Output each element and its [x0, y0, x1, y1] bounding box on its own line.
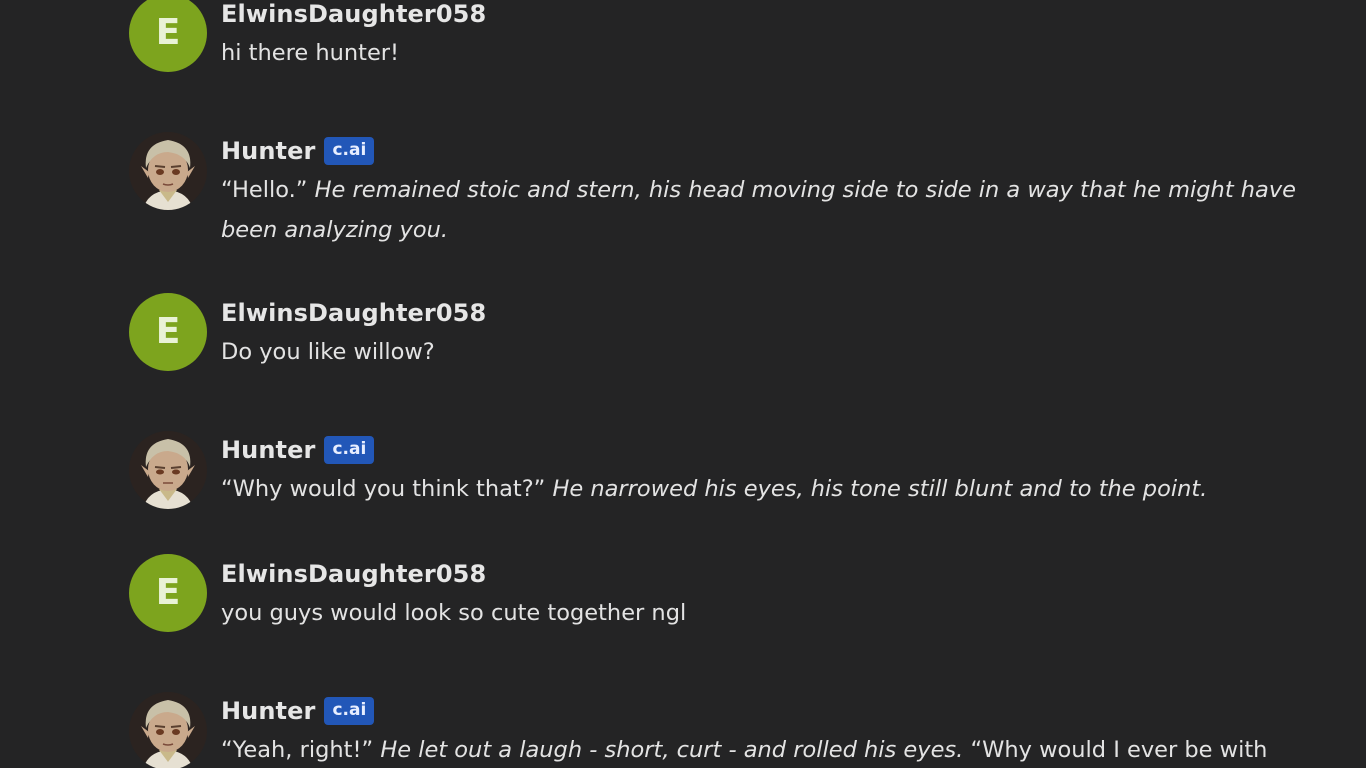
avatar-letter: E	[155, 311, 181, 352]
avatar-letter: E	[155, 12, 181, 53]
hunter-portrait-icon	[129, 132, 207, 210]
user-avatar[interactable]: E	[129, 0, 207, 72]
ai-badge: c.ai	[324, 436, 375, 464]
ai-badge: c.ai	[324, 697, 375, 725]
message-text: “Yeah, right!” He let out a laugh - shor…	[221, 730, 1309, 768]
message-author: ElwinsDaughter058	[221, 560, 487, 588]
message-author: ElwinsDaughter058	[221, 0, 487, 28]
message-text: “Why would you think that?” He narrowed …	[221, 469, 1309, 509]
message-quote: “Why would you think that?”	[221, 476, 546, 502]
message-quote: “Yeah, right!”	[221, 737, 374, 763]
message-text: you guys would look so cute together ngl	[221, 600, 687, 626]
message-action: He narrowed his eyes, his tone still blu…	[552, 476, 1208, 502]
message-action: He remained stoic and stern, his head mo…	[221, 177, 1296, 243]
message-author: Hunter	[221, 436, 316, 464]
avatar-letter: E	[155, 572, 181, 613]
hunter-avatar[interactable]	[129, 431, 207, 509]
user-avatar[interactable]: E	[129, 554, 207, 632]
ai-badge: c.ai	[324, 137, 375, 165]
message-author: Hunter	[221, 137, 316, 165]
user-avatar[interactable]: E	[129, 293, 207, 371]
message-text: hi there hunter!	[221, 40, 400, 66]
message-author: Hunter	[221, 697, 316, 725]
message-text: “Hello.” He remained stoic and stern, hi…	[221, 170, 1309, 250]
hunter-avatar[interactable]	[129, 132, 207, 210]
message-quote: “Hello.”	[221, 177, 308, 203]
hunter-portrait-icon	[129, 431, 207, 509]
hunter-portrait-icon	[129, 692, 207, 768]
message-author: ElwinsDaughter058	[221, 299, 487, 327]
hunter-avatar[interactable]	[129, 692, 207, 768]
message-text: Do you like willow?	[221, 339, 435, 365]
message-action: He let out a laugh - short, curt - and r…	[380, 737, 964, 763]
message-quote-continued: “Why would I ever be with	[970, 737, 1268, 763]
